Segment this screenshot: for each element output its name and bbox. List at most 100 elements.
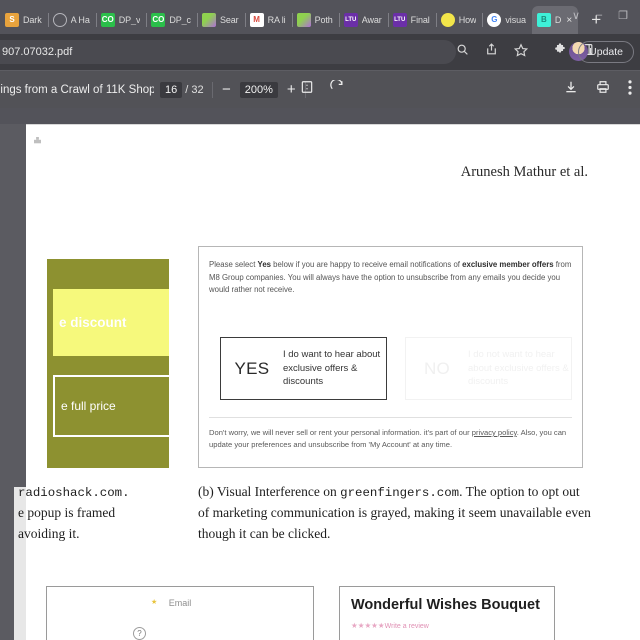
window-tab-list-icon[interactable]: ∨ xyxy=(572,9,580,22)
fit-page-icon[interactable] xyxy=(300,80,314,99)
consent-no-label: NO xyxy=(423,358,451,378)
address-bar[interactable]: 907.07032.pdf xyxy=(0,40,456,64)
more-vertical-icon[interactable] xyxy=(628,79,632,100)
print-icon[interactable] xyxy=(596,80,610,99)
figure-a-discount-button[interactable]: e discount xyxy=(53,289,169,356)
zoom-in-button[interactable]: + xyxy=(287,82,296,97)
browser-tab[interactable]: Sear xyxy=(196,6,245,34)
tab-title: DP_c xyxy=(169,15,191,25)
tab-title: How xyxy=(458,15,477,25)
tab-favicon-icon xyxy=(52,13,67,27)
star-rating-icon: ★★★★★ xyxy=(351,621,385,630)
product-rating: ★★★★★Write a review xyxy=(351,621,429,630)
browser-tab[interactable]: LTU Awar xyxy=(338,6,388,34)
privacy-policy-link[interactable]: privacy policy xyxy=(472,428,517,437)
figure-b-divider xyxy=(209,417,572,418)
tab-title: Sear xyxy=(219,15,239,25)
pdf-page-total: / 32 xyxy=(185,83,204,96)
intro-bold-offers: exclusive member offers xyxy=(462,260,554,269)
address-bar-row: 907.07032.pdf Update xyxy=(0,34,640,70)
caption-b: (b) Visual Interference on greenfingers.… xyxy=(198,482,594,545)
tab-favicon-icon: S xyxy=(5,13,19,27)
browser-tab[interactable]: CO DP_c xyxy=(146,6,197,34)
tab-favicon-icon xyxy=(440,13,455,27)
tab-favicon-icon: M xyxy=(249,13,264,27)
figure-a-discount-label: e discount xyxy=(59,315,127,330)
consent-no-option[interactable]: NO I do not want to hear about exclusive… xyxy=(405,337,572,400)
window-maximize-icon[interactable]: ❐ xyxy=(618,9,628,22)
browser-window: S Dark A Ha CO DP_v CO DP_c Sear M RA li… xyxy=(0,0,640,640)
tab-favicon-icon: CO xyxy=(151,13,166,27)
figure-c-email-label: Email xyxy=(168,598,192,608)
tab-title: D xyxy=(554,15,562,25)
window-controls: ∨ – ❐ xyxy=(572,0,640,30)
tab-favicon-icon: CO xyxy=(100,13,115,27)
product-title: Wonderful Wishes Bouquet xyxy=(351,597,540,613)
pdf-toolbar: dings from a Crawl of 11K Shopping … 16 … xyxy=(0,70,640,108)
address-bar-actions xyxy=(456,40,529,64)
zoom-out-button[interactable]: − xyxy=(222,82,231,97)
tab-strip: S Dark A Ha CO DP_v CO DP_c Sear M RA li… xyxy=(0,0,640,34)
tab-favicon-icon: LTU xyxy=(343,13,358,27)
pdf-view-tools xyxy=(300,78,345,100)
tab-title: Final xyxy=(410,15,430,25)
figure-a-fullprice-button[interactable]: e full price xyxy=(53,375,169,437)
tab-title: Awar xyxy=(361,15,382,25)
footer-part1: Don't worry, we will never sell or rent … xyxy=(209,428,472,437)
pdf-zoom-controls: − 200% + xyxy=(212,81,306,98)
caption-b-domain: greenfingers.com xyxy=(340,486,460,500)
pdf-viewer-area[interactable]: Arunesh Mathur et al. e discount e full … xyxy=(0,124,640,640)
figure-b-intro-text: Please select Yes below if you are happy… xyxy=(209,259,574,297)
window-minimize-icon[interactable]: – xyxy=(596,9,602,21)
tab-title: visua xyxy=(505,15,526,25)
figure-d-product-card: Wonderful Wishes Bouquet ★★★★★Write a re… xyxy=(339,586,555,640)
browser-tab[interactable]: Poth xyxy=(291,6,339,34)
tab-favicon-icon xyxy=(201,13,216,27)
search-icon[interactable] xyxy=(456,43,469,61)
browser-tab[interactable]: M RA li xyxy=(244,6,292,34)
pdf-document-title: dings from a Crawl of 11K Shopping … xyxy=(0,83,154,96)
running-head: Arunesh Mathur et al. xyxy=(460,164,588,180)
tab-title: Poth xyxy=(314,15,333,25)
bookmark-star-icon[interactable] xyxy=(513,42,529,62)
download-icon[interactable] xyxy=(564,80,578,99)
caption-a-line3: avoiding it. xyxy=(18,526,80,542)
browser-tab[interactable]: A Ha xyxy=(47,6,96,34)
consent-yes-description: I do want to hear about exclusive offers… xyxy=(283,349,381,388)
figure-b-footer-text: Don't worry, we will never sell or rent … xyxy=(209,427,575,452)
intro-part2: below if you are happy to receive email … xyxy=(271,260,463,269)
caption-a-line2: e popup is framed xyxy=(18,505,116,521)
consent-no-description: I do not want to hear about exclusive of… xyxy=(468,349,569,388)
caption-b-prefix: (b) Visual Interference on xyxy=(198,484,341,499)
help-badge-icon[interactable]: ? xyxy=(133,627,146,640)
figure-a-fullprice-label: e full price xyxy=(61,399,116,413)
tab-title: DP_v xyxy=(118,15,141,25)
intro-bold-yes: Yes xyxy=(257,260,271,269)
browser-tab[interactable]: S Dark xyxy=(0,6,48,34)
figure-c-email-form: ★ Email ? xyxy=(46,586,314,640)
share-icon[interactable] xyxy=(485,43,498,61)
zoom-level-value[interactable]: 200% xyxy=(239,81,278,98)
browser-tab[interactable]: G visua xyxy=(482,6,532,34)
consent-yes-option[interactable]: YES I do want to hear about exclusive of… xyxy=(220,337,387,400)
tab-title: RA li xyxy=(267,15,286,25)
browser-tab[interactable]: CO DP_v xyxy=(95,6,147,34)
caption-a-domain: radioshack.com. xyxy=(18,486,130,500)
browser-tab[interactable]: How xyxy=(435,6,483,34)
tab-favicon-icon: B xyxy=(536,13,551,27)
puzzle-extension-icon[interactable] xyxy=(553,42,567,62)
tab-title: A Ha xyxy=(70,15,90,25)
url-text: 907.07032.pdf xyxy=(2,46,73,58)
browser-tab[interactable]: LTU Final xyxy=(387,6,436,34)
figure-b-consent-box: Please select Yes below if you are happy… xyxy=(198,246,583,468)
pdf-page-indicator: 16 / 32 xyxy=(160,81,204,98)
rotate-icon[interactable] xyxy=(330,78,345,100)
toolbar-divider xyxy=(212,81,213,98)
pdf-page-input[interactable]: 16 xyxy=(160,81,183,98)
page-anchor-icon xyxy=(34,131,41,144)
consent-yes-label: YES xyxy=(234,358,270,378)
update-button[interactable]: Update xyxy=(578,41,634,63)
caption-a: radioshack.com. e popup is framed avoidi… xyxy=(18,482,186,545)
intro-part1: Please select xyxy=(209,260,258,269)
write-review-link[interactable]: Write a review xyxy=(385,623,429,630)
